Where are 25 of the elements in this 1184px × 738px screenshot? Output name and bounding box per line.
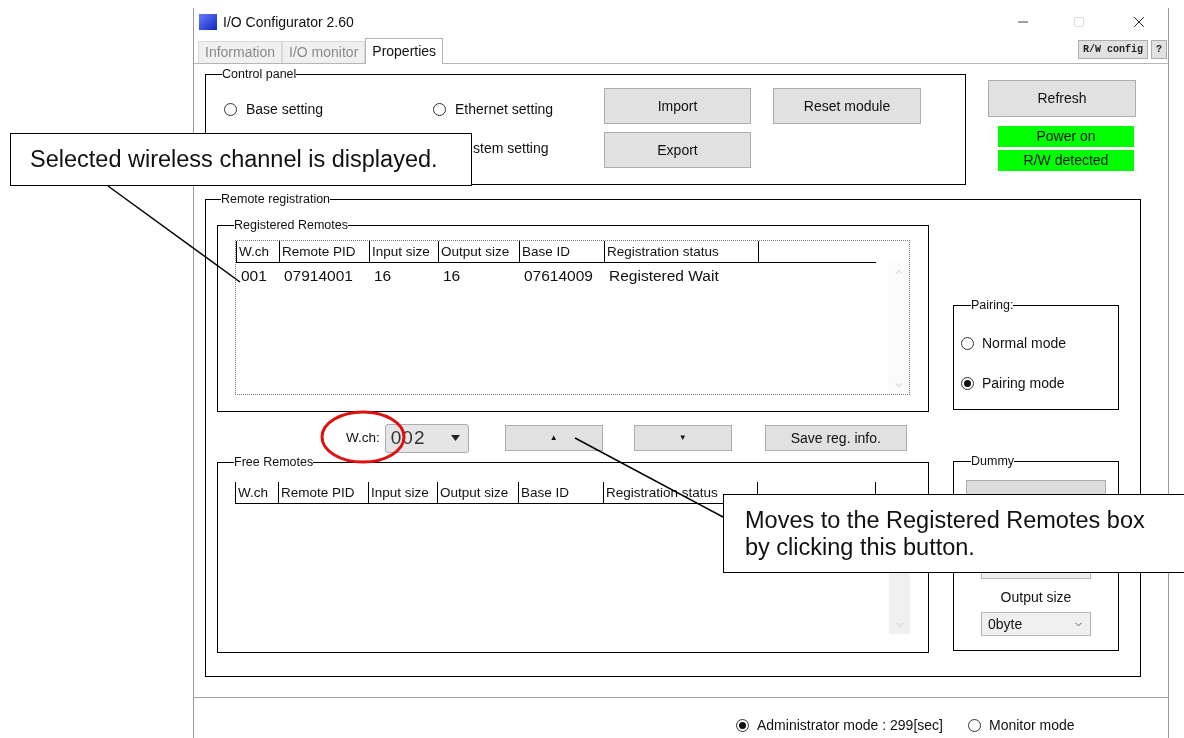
status-indicator: Power on	[998, 126, 1134, 147]
radio-label: Base setting	[246, 100, 324, 119]
table-cell-text: 07614009	[523, 266, 594, 287]
group-title: Dummy	[971, 453, 1015, 469]
status-indicator: R/W detected	[998, 150, 1134, 171]
table-cell-text: Registered Wait	[608, 266, 720, 287]
group-title: Pairing:	[971, 297, 1014, 313]
table-cell-text: 16	[373, 266, 393, 287]
channel-label: W.ch:	[346, 428, 380, 447]
radio-label: Ethernet setting	[455, 100, 554, 119]
callout-text: Selected wireless channel is displayed.	[30, 144, 438, 174]
group-title: Control panel	[222, 66, 297, 82]
window-title: I/O Configurator 2.60	[223, 12, 354, 32]
output-size-label: Output size	[1000, 588, 1072, 607]
radio-label: Monitor mode	[989, 715, 1075, 735]
radio-label: Pairing mode	[982, 374, 1065, 393]
group-title: Remote registration	[221, 191, 331, 207]
table-cell-text: 16	[442, 266, 462, 287]
radio-label: Administrator mode : 299[sec]	[757, 715, 943, 735]
radio-label: stem setting	[473, 139, 549, 158]
radio-label: Normal mode	[982, 334, 1067, 353]
callout-text: Moves to the Registered Remotes box by clicking this button.	[745, 506, 1146, 561]
group-title: Registered Remotes	[234, 217, 348, 233]
table-cell-text: 07914001	[283, 266, 354, 287]
table-cell-text: 001	[240, 266, 268, 287]
